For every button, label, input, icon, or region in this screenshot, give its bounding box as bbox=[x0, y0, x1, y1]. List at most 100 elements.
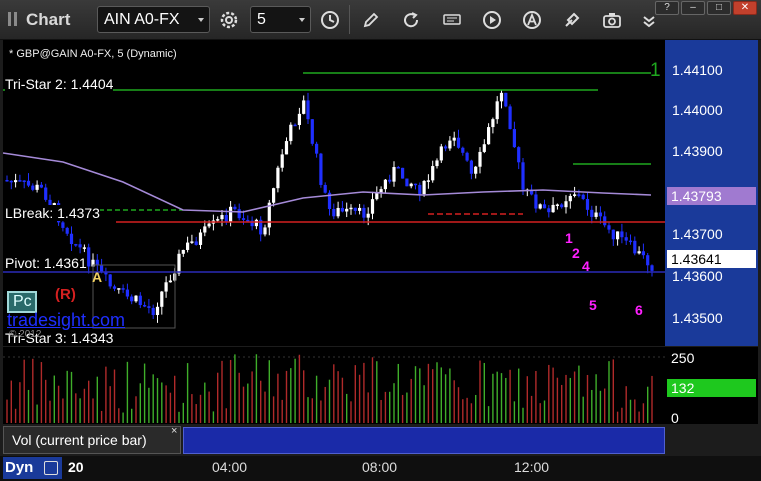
candle-body bbox=[456, 137, 461, 148]
candle-body bbox=[551, 204, 555, 213]
candle-body bbox=[297, 113, 301, 125]
candle-body bbox=[482, 144, 486, 152]
snapshot-button[interactable] bbox=[598, 6, 625, 33]
candle-body bbox=[426, 180, 430, 182]
alert-button[interactable] bbox=[518, 6, 545, 33]
symbol-field[interactable]: AIN A0-FX bbox=[97, 6, 210, 33]
candle-body bbox=[44, 187, 48, 200]
candle-body bbox=[69, 233, 74, 245]
candle-body bbox=[478, 151, 482, 167]
candle-body bbox=[624, 237, 628, 241]
time-frame-button[interactable] bbox=[316, 6, 343, 33]
draw-button[interactable] bbox=[357, 6, 384, 33]
candle-body bbox=[585, 198, 590, 210]
candle-body bbox=[168, 280, 172, 283]
interval-field[interactable]: 5 bbox=[250, 6, 311, 33]
candle-body bbox=[431, 166, 435, 181]
price-tick: 1.44100 bbox=[672, 62, 723, 78]
volume-chart[interactable] bbox=[3, 347, 665, 424]
candle-body bbox=[323, 184, 327, 193]
candle-body bbox=[272, 188, 276, 203]
settings-button[interactable] bbox=[215, 6, 242, 33]
study-bar: Vol (current price bar) × bbox=[3, 424, 758, 456]
candle-body bbox=[108, 274, 112, 287]
candle-body bbox=[254, 219, 258, 227]
tools-button[interactable] bbox=[558, 6, 585, 33]
candle-body bbox=[241, 218, 246, 220]
price-axis[interactable]: 1.44100 1.44000 1.43900 1.43793 1.43700 … bbox=[665, 40, 758, 346]
clock-icon bbox=[321, 11, 339, 29]
candle-body bbox=[39, 184, 43, 188]
seq-label-5: 5 bbox=[589, 297, 597, 313]
candle-body bbox=[383, 179, 387, 190]
candle-body bbox=[465, 152, 469, 161]
candle-body bbox=[534, 194, 538, 209]
candle-body bbox=[358, 207, 362, 211]
candle-body bbox=[26, 180, 31, 186]
close-button[interactable]: ✕ bbox=[733, 1, 757, 15]
candle-body bbox=[448, 140, 452, 149]
volume-study-tab[interactable]: Vol (current price bar) bbox=[3, 426, 181, 454]
candle-body bbox=[61, 222, 65, 228]
candle-body bbox=[87, 247, 91, 267]
candle-body bbox=[143, 305, 147, 307]
candle-body bbox=[5, 180, 9, 182]
maximize-button[interactable]: □ bbox=[707, 1, 731, 15]
marker-a: A bbox=[92, 269, 103, 285]
price-tick: 1.43700 bbox=[672, 226, 723, 242]
candle-body bbox=[190, 241, 194, 243]
candle-body bbox=[207, 223, 211, 227]
price-chart[interactable]: * GBP@GAIN A0-FX, 5 (Dynamic) Tri-Star 2… bbox=[2, 40, 665, 346]
candle-body bbox=[388, 179, 392, 182]
candle-body bbox=[155, 306, 160, 316]
help-button[interactable]: ? bbox=[655, 1, 679, 15]
seq-label-4: 4 bbox=[582, 258, 590, 274]
close-study-icon[interactable]: × bbox=[171, 425, 177, 437]
candle-body bbox=[499, 92, 504, 102]
candle-body bbox=[74, 244, 78, 246]
candle-body bbox=[508, 106, 512, 130]
grip-icon[interactable] bbox=[8, 12, 20, 26]
candle-body bbox=[542, 204, 547, 209]
candle-body bbox=[181, 249, 185, 254]
pencil-icon bbox=[363, 12, 379, 28]
refresh-button[interactable] bbox=[397, 6, 424, 33]
candle-body bbox=[233, 206, 237, 210]
candle-body bbox=[577, 194, 581, 196]
volume-chart-canvas bbox=[3, 354, 665, 423]
seq-label-1: 1 bbox=[565, 230, 573, 246]
candle-body bbox=[121, 288, 125, 290]
candle-body bbox=[504, 92, 508, 107]
candle-body bbox=[229, 206, 233, 222]
volume-axis[interactable]: 250 132 0 bbox=[665, 347, 758, 426]
candle-body bbox=[646, 255, 650, 266]
candle-body bbox=[203, 226, 207, 233]
tri-star-1-marker: 1 bbox=[650, 60, 661, 81]
dyn-tab[interactable]: Dyn bbox=[3, 457, 62, 479]
candle-body bbox=[487, 127, 491, 145]
time-axis[interactable]: Dyn 20 04:00 08:00 12:00 bbox=[0, 456, 761, 481]
candle-body bbox=[82, 247, 86, 249]
candle-body bbox=[319, 153, 323, 185]
candle-body bbox=[573, 194, 577, 196]
day-label: 20 bbox=[68, 459, 84, 475]
play-button[interactable] bbox=[478, 6, 505, 33]
candle-body bbox=[439, 146, 443, 161]
candle-body bbox=[641, 251, 645, 256]
candle-body bbox=[164, 282, 168, 292]
r-badge: (R) bbox=[55, 286, 76, 303]
candle-body bbox=[396, 167, 400, 169]
candle-body bbox=[310, 119, 314, 144]
get-button[interactable] bbox=[438, 6, 465, 33]
volume-tick: 250 bbox=[671, 350, 695, 366]
play-icon bbox=[483, 11, 501, 29]
minimize-button[interactable]: – bbox=[681, 1, 705, 15]
candle-body bbox=[198, 232, 203, 245]
candle-body bbox=[413, 183, 418, 186]
toolbar-separator bbox=[349, 5, 350, 34]
interval-value: 5 bbox=[257, 11, 266, 28]
last-price-tag: 1.43641 bbox=[667, 250, 756, 268]
gear-icon bbox=[220, 11, 238, 29]
candle-body bbox=[147, 306, 151, 308]
price-tick: 1.43600 bbox=[672, 268, 723, 284]
